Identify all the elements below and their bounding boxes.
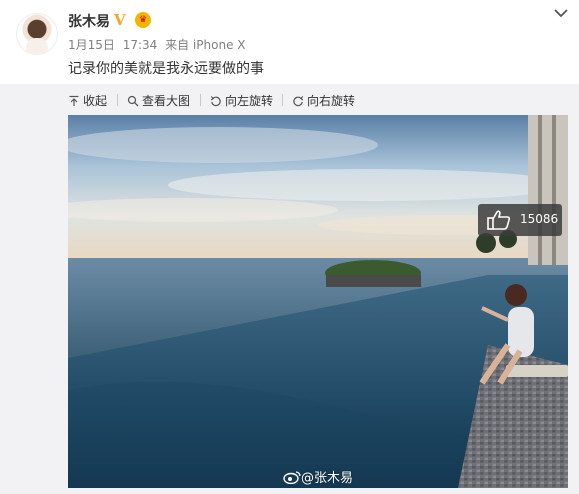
post-header: 张木易 V ♛ 1月15日 17:34 来自 iPhone X 记录你的美就是我…	[0, 0, 579, 84]
thumbs-up-icon	[487, 210, 511, 230]
rotate-left-icon	[210, 95, 221, 106]
toolbar-divider	[282, 94, 283, 106]
chevron-down-icon[interactable]	[552, 4, 570, 22]
toolbar-divider	[117, 94, 118, 106]
crown-icon[interactable]: ♛	[135, 12, 151, 28]
media-panel: 收起 查看大图 向左旋转 向右旋转 15086	[0, 84, 579, 494]
like-badge[interactable]: 15086	[478, 204, 562, 236]
rotate-left-button[interactable]: 向左旋转	[210, 92, 273, 109]
username[interactable]: 张木易	[68, 11, 110, 31]
post-time[interactable]: 17:34	[123, 38, 158, 52]
post-source: 来自 iPhone X	[165, 38, 246, 52]
like-count: 15086	[520, 212, 559, 226]
post-date[interactable]: 1月15日	[68, 38, 115, 52]
view-large-label: 查看大图	[142, 94, 191, 108]
post-photo[interactable]	[68, 115, 568, 488]
avatar[interactable]	[16, 13, 58, 55]
collapse-icon	[69, 95, 79, 106]
watermark-text: @张木易	[301, 471, 354, 486]
collapse-button[interactable]: 收起	[68, 92, 107, 109]
weibo-logo-icon	[283, 470, 301, 484]
rotate-right-icon	[293, 95, 304, 106]
post-text: 记录你的美就是我永远要做的事	[68, 61, 264, 77]
verified-badge-icon[interactable]: V	[114, 11, 126, 29]
rotate-right-label: 向右旋转	[307, 94, 356, 108]
post-meta: 1月15日 17:34 来自 iPhone X	[68, 36, 250, 53]
rotate-left-label: 向左旋转	[225, 94, 274, 108]
photo-watermark: @张木易	[283, 467, 353, 486]
toolbar-divider	[200, 94, 201, 106]
rotate-right-button[interactable]: 向右旋转	[292, 92, 355, 109]
view-large-button[interactable]: 查看大图	[127, 92, 190, 109]
collapse-label: 收起	[83, 94, 108, 108]
search-icon	[127, 95, 139, 106]
